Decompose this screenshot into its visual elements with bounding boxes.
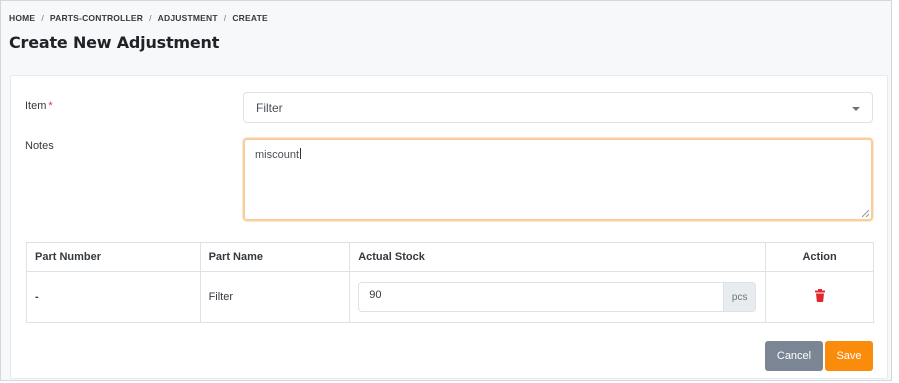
actual-stock-input[interactable]: 90	[358, 282, 724, 312]
save-button[interactable]: Save	[825, 341, 873, 371]
header-part-name: Part Name	[199, 242, 351, 272]
item-label: Item *	[25, 100, 53, 112]
notes-textarea[interactable]: miscount	[243, 138, 873, 221]
header-part-number: Part Number	[26, 242, 201, 272]
breadcrumb: HOME / PARTS-CONTROLLER / ADJUSTMENT / CREATE	[9, 13, 268, 23]
breadcrumb-separator: /	[41, 13, 44, 23]
chevron-down-icon	[852, 107, 860, 111]
text-cursor	[300, 148, 302, 159]
header-action: Action	[765, 242, 874, 272]
trash-icon[interactable]	[814, 289, 826, 302]
breadcrumb-separator: /	[149, 13, 152, 23]
item-label-text: Item	[25, 100, 47, 112]
page-title: Create New Adjustment	[9, 33, 220, 52]
required-mark: *	[48, 100, 53, 112]
cancel-button[interactable]: Cancel	[765, 341, 823, 371]
table-header-row: Part Number Part Name Actual Stock Actio…	[26, 242, 874, 272]
breadcrumb-home[interactable]: HOME	[9, 13, 35, 23]
breadcrumb-separator: /	[223, 13, 227, 23]
notes-label: Notes	[25, 140, 54, 152]
parts-table: Part Number Part Name Actual Stock Actio…	[26, 242, 874, 323]
actual-stock-input-group: 90 pcs	[358, 282, 757, 312]
item-select[interactable]: Filter	[243, 92, 873, 123]
cell-part-number: -	[26, 271, 201, 323]
cell-actual-stock: 90 pcs	[349, 271, 767, 323]
breadcrumb-parts-controller[interactable]: PARTS-CONTROLLER	[50, 13, 143, 23]
cell-action	[765, 271, 874, 323]
cell-part-name: Filter	[199, 271, 351, 323]
breadcrumb-adjustment[interactable]: ADJUSTMENT	[158, 13, 218, 23]
breadcrumb-create: CREATE	[232, 13, 268, 23]
adjustment-form-card: Item * Filter Notes miscount Part Number …	[10, 75, 888, 379]
unit-addon: pcs	[723, 282, 757, 312]
page-frame: HOME / PARTS-CONTROLLER / ADJUSTMENT / CREATE …	[0, 0, 892, 381]
item-select-value: Filter	[256, 101, 283, 115]
resize-handle-icon[interactable]	[862, 210, 869, 217]
header-actual-stock: Actual Stock	[349, 242, 767, 272]
notes-value: miscount	[255, 149, 300, 161]
table-row: - Filter 90 pcs	[26, 271, 874, 323]
